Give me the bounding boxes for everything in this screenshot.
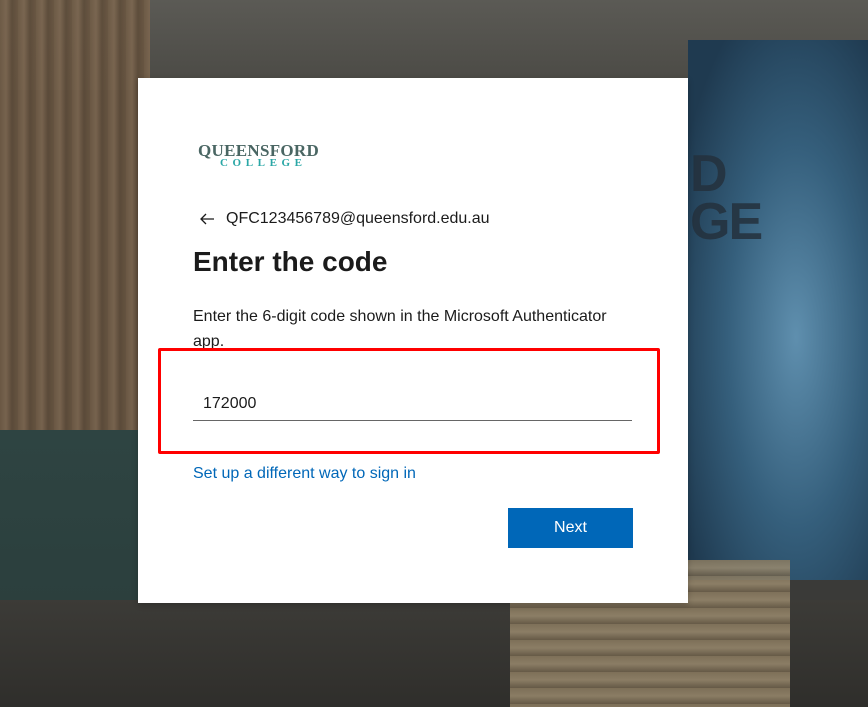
next-button[interactable]: Next xyxy=(508,508,633,548)
background-mural xyxy=(688,40,868,580)
logo-line2: COLLEGE xyxy=(220,157,307,169)
page-title: Enter the code xyxy=(193,246,388,277)
background-wood-panel xyxy=(0,0,150,440)
code-instructions: Enter the 6-digit code shown in the Micr… xyxy=(193,308,607,350)
background-mural-text: D GE xyxy=(690,145,763,251)
identity-banner: QFC123456789@queensford.edu.au xyxy=(198,208,490,230)
different-sign-in-method-link[interactable]: Set up a different way to sign in xyxy=(193,465,416,483)
arrow-left-icon[interactable] xyxy=(198,210,216,228)
verification-code-input[interactable] xyxy=(193,388,632,421)
sign-in-card: QUEENSFORD COLLEGE QFC123456789@queensfo… xyxy=(138,78,688,603)
organization-logo: QUEENSFORD COLLEGE xyxy=(198,141,324,171)
identity-email: QFC123456789@queensford.edu.au xyxy=(226,210,490,227)
